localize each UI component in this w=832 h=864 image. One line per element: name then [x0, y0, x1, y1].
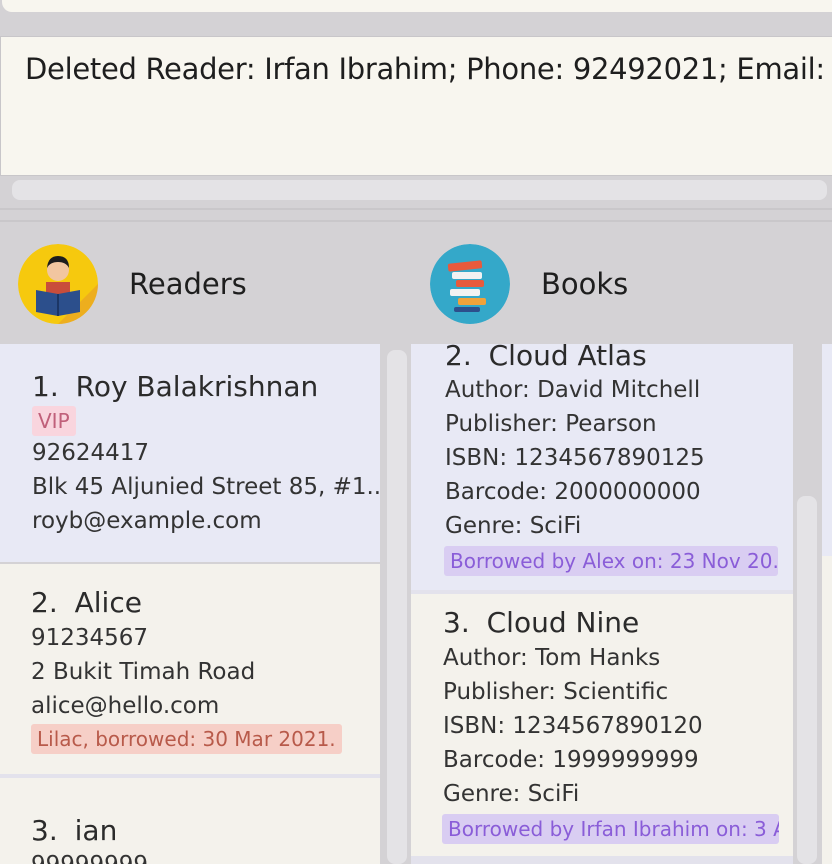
- divider: [411, 856, 793, 864]
- borrowed-tag: Borrowed by Irfan Ibrahim on: 3 A...: [442, 814, 779, 844]
- readers-list[interactable]: 1. Roy Balakrishnan VIP 92624417 Blk 45 …: [0, 344, 380, 864]
- books-list[interactable]: 2. Cloud Atlas Author: David Mitchell Pu…: [411, 344, 793, 864]
- book-genre: Genre: SciFi: [443, 781, 580, 807]
- book-genre: Genre: SciFi: [445, 513, 582, 539]
- reader-card[interactable]: 1. Roy Balakrishnan VIP 92624417 Blk 45 …: [0, 344, 380, 562]
- book-isbn: ISBN: 1234567890125: [445, 445, 705, 471]
- reader-email: royb@example.com: [32, 508, 262, 534]
- book-index: 3.: [443, 606, 470, 639]
- divider: [0, 220, 832, 222]
- result-horizontal-scrollbar[interactable]: [12, 180, 827, 200]
- reader-phone: 91234567: [31, 625, 149, 651]
- divider: [0, 208, 832, 210]
- reader-name-text: Roy Balakrishnan: [75, 370, 319, 403]
- vip-tag: VIP: [32, 406, 76, 436]
- command-input[interactable]: [2, 0, 832, 12]
- third-panel-selected-edge: [822, 344, 832, 556]
- reader-card[interactable]: 2. Alice 91234567 2 Bukit Timah Road ali…: [0, 564, 380, 774]
- reader-name-text: ian: [74, 814, 118, 847]
- book-isbn: ISBN: 1234567890120: [443, 713, 703, 739]
- reader-name: 3. ian: [31, 814, 117, 847]
- reader-index: 3.: [31, 814, 58, 847]
- reader-name: 1. Roy Balakrishnan: [32, 370, 318, 403]
- book-publisher: Publisher: Pearson: [445, 411, 657, 437]
- reader-address: 2 Bukit Timah Road: [31, 659, 256, 685]
- reader-index: 1.: [32, 370, 59, 403]
- books-scrollbar[interactable]: [797, 496, 817, 864]
- result-message: Deleted Reader: Irfan Ibrahim; Phone: 92…: [25, 52, 825, 86]
- book-barcode: Barcode: 1999999999: [443, 747, 699, 773]
- book-author: Author: Tom Hanks: [443, 645, 661, 671]
- reader-name: 2. Alice: [31, 586, 142, 619]
- reader-address: Blk 45 Aljunied Street 85, #1...: [32, 474, 380, 500]
- book-card[interactable]: 3. Cloud Nine Author: Tom Hanks Publishe…: [411, 594, 793, 856]
- book-publisher: Publisher: Scientific: [443, 679, 669, 705]
- readers-panel-title: Readers: [129, 267, 247, 301]
- reader-index: 2.: [31, 586, 58, 619]
- reader-name-text: Alice: [74, 586, 142, 619]
- reader-avatar-icon: [18, 244, 98, 324]
- book-index: 2.: [445, 344, 472, 372]
- readers-scrollbar[interactable]: [387, 350, 407, 864]
- reader-phone: 92624417: [32, 440, 150, 466]
- book-title: 2. Cloud Atlas: [445, 344, 647, 372]
- books-panel-title: Books: [541, 267, 629, 301]
- book-title-text: Cloud Atlas: [488, 344, 647, 372]
- book-title-text: Cloud Nine: [486, 606, 640, 639]
- books-stack-icon: [430, 244, 510, 324]
- reader-email: alice@hello.com: [31, 693, 220, 719]
- borrow-tag: Lilac, borrowed: 30 Mar 2021.: [31, 724, 342, 754]
- book-card[interactable]: 2. Cloud Atlas Author: David Mitchell Pu…: [411, 344, 793, 590]
- book-barcode: Barcode: 2000000000: [445, 479, 701, 505]
- book-author: Author: David Mitchell: [445, 377, 701, 403]
- reader-card[interactable]: 3. ian 99999999: [0, 778, 380, 864]
- book-title: 3. Cloud Nine: [443, 606, 639, 639]
- reader-phone: 99999999: [31, 852, 148, 864]
- borrowed-tag: Borrowed by Alex on: 23 Nov 20...: [444, 546, 778, 576]
